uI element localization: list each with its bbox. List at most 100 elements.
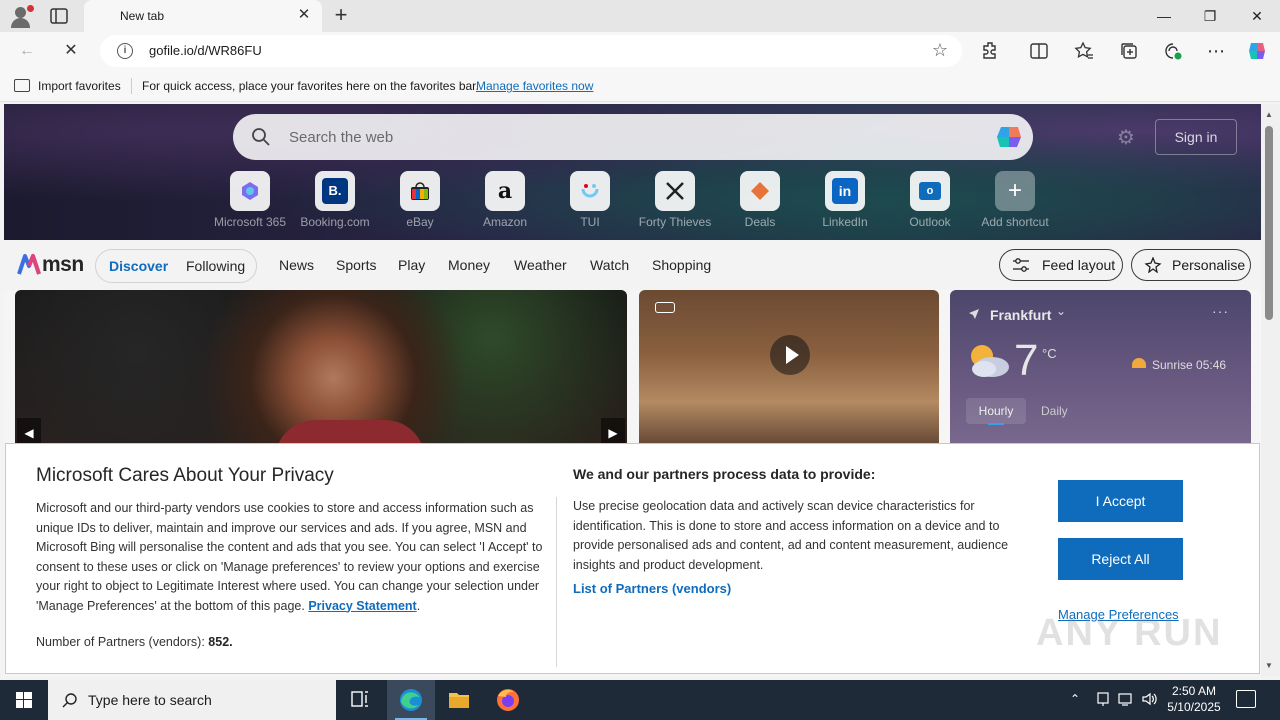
close-window-icon[interactable]: ✕ xyxy=(1234,0,1280,32)
headline-card-image[interactable]: ◀ ▶ xyxy=(15,290,627,450)
site-info-icon[interactable]: i xyxy=(117,43,133,59)
profile-icon[interactable] xyxy=(8,4,34,28)
minimize-icon[interactable]: — xyxy=(1141,0,1187,32)
restore-icon[interactable]: ❐ xyxy=(1187,0,1233,32)
video-card-image[interactable] xyxy=(639,290,939,450)
play-icon[interactable] xyxy=(770,335,810,375)
settings-gear-icon[interactable]: ⚙ xyxy=(1117,128,1137,148)
nav-news[interactable]: News xyxy=(279,257,314,273)
web-search-box[interactable]: Search the web xyxy=(233,114,1033,160)
sunrise-icon xyxy=(1132,358,1146,368)
nav-watch[interactable]: Watch xyxy=(590,257,629,273)
weather-card[interactable]: Frankfurt ⌄ ··· 7 °C Sunrise 05:46 Hourl… xyxy=(950,290,1251,450)
sign-in-button[interactable]: Sign in xyxy=(1155,119,1237,155)
shortcut-tui[interactable]: TUI xyxy=(547,171,633,231)
system-clock[interactable]: 2:50 AM 5/10/2025 xyxy=(1160,683,1228,715)
tab-daily[interactable]: Daily xyxy=(1041,404,1068,418)
favorites-hint: For quick access, place your favorites h… xyxy=(142,79,479,93)
start-button[interactable] xyxy=(0,680,48,720)
volume-icon[interactable] xyxy=(1141,691,1159,720)
privacy-statement-link[interactable]: Privacy Statement xyxy=(308,599,416,613)
address-bar[interactable]: i gofile.io/d/WR86FU ☆ xyxy=(100,35,962,67)
close-tab-icon[interactable]: ✕ xyxy=(294,5,314,25)
taskbar-edge[interactable] xyxy=(387,680,435,720)
favorite-star-icon[interactable]: ☆ xyxy=(932,40,948,61)
add-shortcut-button[interactable]: + Add shortcut xyxy=(972,171,1058,231)
shortcut-forty-thieves[interactable]: Forty Thieves xyxy=(632,171,718,231)
accept-button[interactable]: I Accept xyxy=(1058,480,1183,522)
msn-logo[interactable]: msn xyxy=(16,250,86,278)
new-tab-button[interactable]: + xyxy=(330,4,352,28)
temperature-unit[interactable]: °C xyxy=(1042,346,1057,361)
windows-taskbar: Type here to search ⌃ 2:50 AM 5/10/2025 xyxy=(0,680,1280,720)
shortcut-label: Amazon xyxy=(482,215,528,229)
taskbar-file-explorer[interactable] xyxy=(435,680,483,720)
shortcut-ebay[interactable]: eBay xyxy=(377,171,463,231)
taskbar-search-placeholder[interactable]: Type here to search xyxy=(88,692,212,708)
reject-all-button[interactable]: Reject All xyxy=(1058,538,1183,580)
shortcut-label: Outlook xyxy=(909,215,951,229)
extensions-icon[interactable] xyxy=(979,39,1003,63)
search-icon xyxy=(62,693,77,708)
tui-icon xyxy=(570,171,610,211)
shortcut-deals[interactable]: Deals xyxy=(717,171,803,231)
tab-actions-icon[interactable] xyxy=(48,6,70,26)
dialog-body: Microsoft and our third-party vendors us… xyxy=(36,499,546,616)
shortcut-booking[interactable]: B. Booking.com xyxy=(292,171,378,231)
browser-essentials-icon[interactable] xyxy=(1161,39,1185,63)
list-of-partners-link[interactable]: List of Partners (vendors) xyxy=(573,581,731,596)
scroll-thumb[interactable] xyxy=(1265,126,1273,320)
more-options-icon[interactable]: ⋯ xyxy=(1204,39,1228,63)
sliders-icon xyxy=(1013,258,1029,272)
page-scrollbar[interactable]: ▲ ▼ xyxy=(1261,104,1280,676)
scroll-up-icon[interactable]: ▲ xyxy=(1265,110,1273,119)
personalise-label: Personalise xyxy=(1172,257,1246,273)
notifications-icon[interactable] xyxy=(1236,690,1256,708)
import-favorites-button[interactable]: Import favorites xyxy=(38,79,121,93)
chevron-down-icon[interactable]: ⌄ xyxy=(1056,304,1066,318)
nav-money[interactable]: Money xyxy=(448,257,490,273)
feed-layout-button[interactable]: Feed layout xyxy=(999,249,1123,281)
taskbar-search-box[interactable]: Type here to search xyxy=(48,680,336,720)
taskbar-firefox[interactable] xyxy=(484,680,532,720)
favorites-icon[interactable] xyxy=(1072,39,1096,63)
more-options-icon[interactable]: ··· xyxy=(1212,303,1229,319)
tab-discover[interactable]: Discover xyxy=(109,258,168,274)
tab-new-tab[interactable]: New tab ✕ xyxy=(84,0,322,32)
copilot-icon[interactable] xyxy=(1245,39,1269,63)
shortcut-linkedin[interactable]: in LinkedIn xyxy=(802,171,888,231)
scroll-down-icon[interactable]: ▼ xyxy=(1265,661,1273,670)
stop-loading-icon[interactable]: ✕ xyxy=(58,39,84,63)
weather-location[interactable]: Frankfurt xyxy=(990,307,1051,323)
nav-sports[interactable]: Sports xyxy=(336,257,376,273)
collections-icon[interactable] xyxy=(1117,39,1141,63)
shortcut-label: Forty Thieves xyxy=(638,215,712,229)
deals-icon xyxy=(740,171,780,211)
back-icon[interactable]: ← xyxy=(14,39,40,63)
search-placeholder[interactable]: Search the web xyxy=(289,129,393,146)
wired-network-icon[interactable] xyxy=(1117,691,1135,720)
nav-weather[interactable]: Weather xyxy=(514,257,567,273)
msn-wordmark: msn xyxy=(42,253,84,276)
personalise-button[interactable]: Personalise xyxy=(1131,249,1251,281)
task-view-button[interactable] xyxy=(336,680,384,720)
import-favorites-icon[interactable] xyxy=(14,79,30,92)
shortcut-microsoft-365[interactable]: Microsoft 365 xyxy=(207,171,293,231)
network-status-icon[interactable] xyxy=(1095,691,1111,720)
tab-following[interactable]: Following xyxy=(186,258,245,274)
sunrise-time: Sunrise 05:46 xyxy=(1152,358,1227,372)
shortcut-amazon[interactable]: a Amazon xyxy=(462,171,548,231)
copilot-search-icon[interactable] xyxy=(993,122,1025,152)
nav-play[interactable]: Play xyxy=(398,257,425,273)
temperature: 7 xyxy=(1014,336,1039,385)
partly-cloudy-icon xyxy=(971,345,1009,377)
split-screen-icon[interactable] xyxy=(1027,39,1051,63)
url-text[interactable]: gofile.io/d/WR86FU xyxy=(149,43,262,58)
tab-hourly[interactable]: Hourly xyxy=(966,398,1026,425)
publisher-logo xyxy=(655,302,675,313)
shortcut-outlook[interactable]: o Outlook xyxy=(887,171,973,231)
feed-layout-label: Feed layout xyxy=(1042,257,1116,273)
manage-favorites-link[interactable]: Manage favorites now xyxy=(476,79,593,93)
show-hidden-icons-icon[interactable]: ⌃ xyxy=(1070,692,1088,720)
nav-shopping[interactable]: Shopping xyxy=(652,257,711,273)
